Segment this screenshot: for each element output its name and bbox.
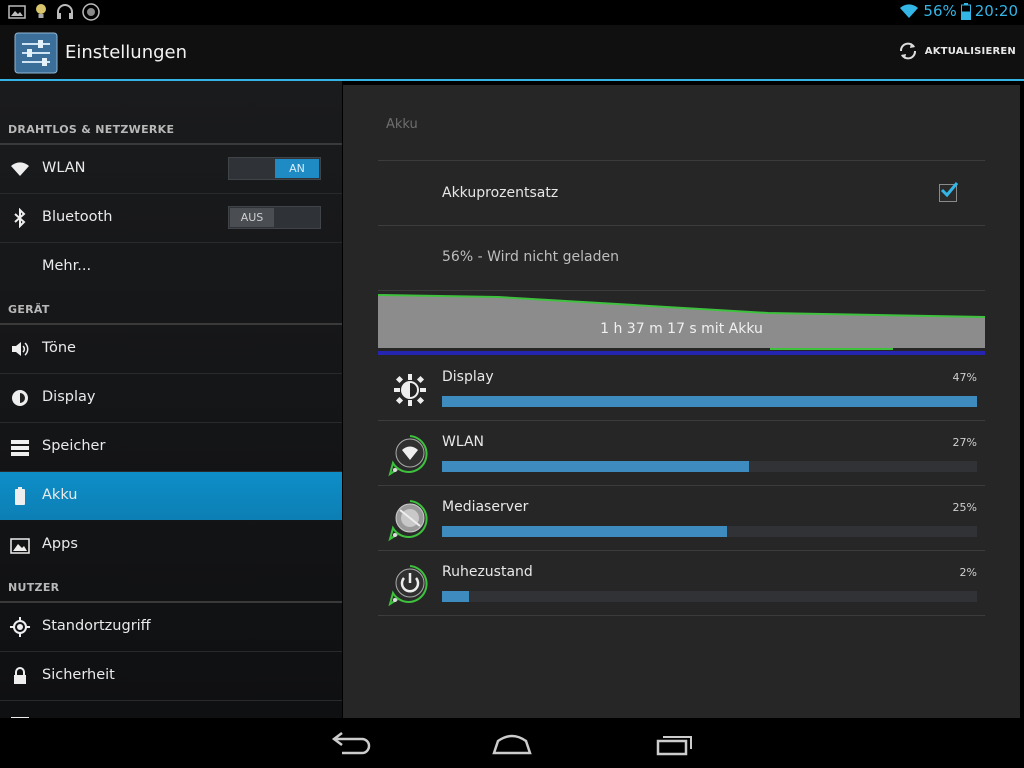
panel-title: Akku bbox=[386, 117, 418, 132]
action-bar: Einstellungen AKTUALISIEREN bbox=[0, 25, 1024, 81]
home-icon[interactable] bbox=[484, 729, 540, 759]
sidebar-item-sound[interactable]: Töne bbox=[0, 325, 342, 373]
sidebar-item-bluetooth[interactable]: Bluetooth AUS bbox=[0, 194, 342, 242]
apps-icon bbox=[10, 538, 30, 554]
sidebar-item-label: Display bbox=[42, 389, 96, 405]
mediaserver-icon bbox=[388, 500, 428, 542]
usage-bar-track bbox=[442, 526, 977, 537]
usage-percent: 27% bbox=[952, 436, 977, 449]
page-title: Einstellungen bbox=[65, 42, 188, 63]
recent-apps-icon[interactable] bbox=[646, 729, 702, 759]
battery-percent-checkbox[interactable] bbox=[939, 182, 959, 202]
usage-percent: 47% bbox=[952, 371, 977, 384]
app-circle-icon bbox=[82, 3, 100, 21]
battery-panel: Akku Akkuprozentsatz 56% - Wird nicht ge… bbox=[343, 85, 1020, 718]
usage-bar-track bbox=[442, 591, 977, 602]
status-bar: 56% 20:20 bbox=[0, 0, 1024, 25]
usage-bar bbox=[442, 591, 469, 602]
sidebar-item-security[interactable]: Sicherheit bbox=[0, 652, 342, 700]
settings-sidebar: DRAHTLOS & NETZWERKE WLAN AN Bluetooth A… bbox=[0, 81, 342, 718]
bluetooth-toggle[interactable]: AUS bbox=[228, 206, 321, 229]
sidebar-item-more[interactable]: Mehr... bbox=[0, 243, 342, 291]
speaker-icon bbox=[12, 342, 29, 356]
usage-percent: 25% bbox=[952, 501, 977, 514]
image-icon bbox=[8, 5, 26, 19]
usage-bar bbox=[442, 461, 750, 472]
sidebar-item-label: Apps bbox=[42, 536, 78, 552]
usage-bar bbox=[442, 526, 727, 537]
usage-name: Ruhezustand bbox=[442, 564, 533, 580]
battery-icon bbox=[15, 487, 25, 505]
toggle-state: AN bbox=[275, 159, 319, 178]
sidebar-item-label: Sicherheit bbox=[42, 667, 115, 683]
section-header-wireless: DRAHTLOS & NETZWERKE bbox=[8, 123, 175, 136]
wifi-icon bbox=[11, 162, 29, 176]
refresh-label: AKTUALISIEREN bbox=[924, 45, 1016, 57]
usage-row-display[interactable]: Display 47% bbox=[378, 356, 985, 420]
checkmark-icon bbox=[940, 182, 959, 198]
sidebar-item-battery[interactable]: Akku bbox=[0, 472, 342, 520]
storage-icon bbox=[11, 440, 29, 456]
bluetooth-icon bbox=[14, 208, 26, 228]
sidebar-item-partial[interactable] bbox=[0, 701, 342, 718]
wifi-signal-icon bbox=[900, 4, 919, 18]
toggle-state: AUS bbox=[230, 208, 274, 227]
settings-app-icon[interactable] bbox=[14, 32, 58, 74]
usage-name: WLAN bbox=[442, 434, 485, 450]
sidebar-item-label: Töne bbox=[42, 340, 76, 356]
brightness-icon bbox=[12, 390, 28, 406]
sidebar-item-label: Mehr... bbox=[42, 258, 92, 274]
battery-percent-setting[interactable]: Akkuprozentsatz bbox=[378, 161, 985, 225]
sidebar-item-label: Bluetooth bbox=[42, 209, 113, 225]
refresh-button[interactable]: AKTUALISIEREN bbox=[897, 40, 1016, 62]
usage-row-mediaserver[interactable]: Mediaserver 25% bbox=[378, 486, 985, 550]
power-icon bbox=[388, 565, 428, 607]
battery-time-label: 1 h 37 m 17 s mit Akku bbox=[600, 321, 763, 337]
usage-bar bbox=[442, 396, 977, 407]
battery-history-graph[interactable]: 1 h 37 m 17 s mit Akku bbox=[377, 291, 986, 357]
sidebar-item-label: Speicher bbox=[42, 438, 106, 454]
navigation-bar bbox=[0, 718, 1024, 768]
setting-label: Akkuprozentsatz bbox=[442, 185, 559, 201]
divider bbox=[378, 615, 985, 616]
battery-percent: 56% bbox=[923, 2, 957, 20]
sidebar-item-label: Standortzugriff bbox=[42, 618, 151, 634]
sidebar-item-display[interactable]: Display bbox=[0, 374, 342, 422]
usage-name: Display bbox=[442, 369, 494, 385]
section-header-device: GERÄT bbox=[8, 303, 50, 316]
section-header-user: NUTZER bbox=[8, 581, 60, 594]
battery-status-text: 56% - Wird nicht geladen bbox=[442, 249, 619, 265]
notification-icons bbox=[8, 3, 100, 21]
divider bbox=[378, 225, 985, 226]
sidebar-item-label: WLAN bbox=[42, 160, 86, 176]
usage-bar-track bbox=[442, 396, 977, 407]
back-icon[interactable] bbox=[322, 729, 378, 759]
battery-icon bbox=[960, 2, 971, 20]
location-icon bbox=[10, 617, 30, 637]
clock: 20:20 bbox=[974, 2, 1018, 20]
headphones-icon bbox=[57, 4, 73, 19]
brightness-icon bbox=[394, 374, 426, 406]
usage-name: Mediaserver bbox=[442, 499, 529, 515]
sidebar-item-wlan[interactable]: WLAN AN bbox=[0, 145, 342, 193]
usage-percent: 2% bbox=[959, 566, 977, 579]
sidebar-item-storage[interactable]: Speicher bbox=[0, 423, 342, 471]
lock-icon bbox=[14, 667, 26, 684]
usage-row-sleep[interactable]: Ruhezustand 2% bbox=[378, 551, 985, 615]
wifi-app-icon bbox=[388, 435, 428, 477]
lightbulb-icon bbox=[36, 4, 46, 18]
wlan-toggle[interactable]: AN bbox=[228, 157, 321, 180]
sidebar-item-location[interactable]: Standortzugriff bbox=[0, 603, 342, 651]
usage-row-wlan[interactable]: WLAN 27% bbox=[378, 421, 985, 485]
refresh-icon bbox=[899, 42, 916, 60]
sidebar-item-apps[interactable]: Apps bbox=[0, 521, 342, 569]
usage-bar-track bbox=[442, 461, 977, 472]
sidebar-item-label: Akku bbox=[42, 487, 78, 503]
system-status: 56% 20:20 bbox=[899, 2, 1018, 20]
